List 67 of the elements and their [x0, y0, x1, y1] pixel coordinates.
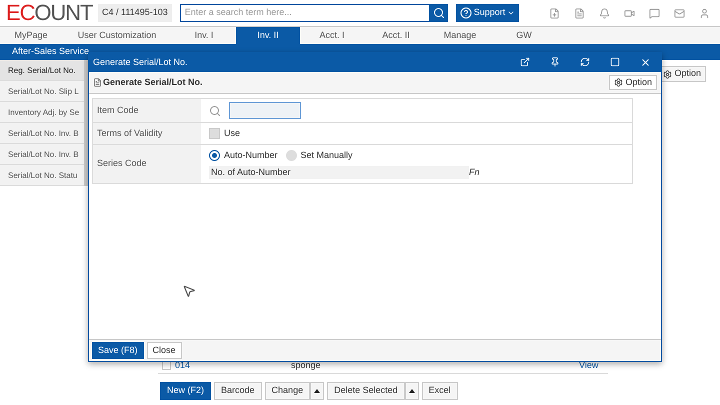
checkbox-label: Use — [224, 126, 240, 140]
search-field[interactable]: Enter a search term here... — [180, 4, 430, 22]
checkbox[interactable] — [209, 128, 220, 139]
submenu-item[interactable]: After-Sales Service — [12, 45, 90, 59]
sidebar-item[interactable]: Serial/Lot No. Slip L — [0, 81, 84, 102]
mouse-pointer-icon — [182, 284, 196, 298]
option-button[interactable]: Option — [609, 75, 657, 90]
radio-label: Set Manually — [300, 149, 353, 162]
view-link[interactable]: View — [579, 358, 598, 372]
toolbar-button[interactable]: Barcode — [214, 382, 262, 400]
nav-tab[interactable]: User Customization — [62, 27, 172, 44]
radio-label: Auto-Number — [224, 149, 278, 162]
maximize-icon[interactable] — [610, 57, 620, 67]
nav-tab[interactable]: MyPage — [0, 27, 62, 44]
dropdown-button[interactable] — [310, 382, 324, 400]
document-icon — [93, 78, 102, 87]
gear-icon — [663, 70, 672, 78]
toolbar-button[interactable]: New (F2) — [160, 382, 212, 400]
help-icon — [460, 7, 472, 19]
field-label: Terms of Validity — [93, 123, 201, 144]
search-icon — [209, 104, 221, 116]
toolbar-button[interactable]: Change — [264, 382, 310, 400]
caret-icon — [408, 389, 415, 393]
support-button[interactable]: Support — [456, 4, 520, 22]
gear-icon — [614, 78, 624, 87]
sidebar-item[interactable]: Serial/Lot No. Statu — [0, 165, 84, 186]
video-icon[interactable] — [624, 8, 635, 18]
pin-icon[interactable] — [550, 57, 560, 67]
sidebar-item[interactable]: Serial/Lot No. Inv. B — [0, 123, 84, 144]
toolbar-button[interactable]: Excel — [422, 382, 458, 400]
refresh-icon[interactable] — [580, 57, 590, 67]
popout-icon[interactable] — [520, 57, 530, 67]
chat-icon[interactable] — [649, 8, 660, 18]
item-code-field[interactable] — [229, 102, 301, 119]
bell-icon[interactable] — [599, 8, 610, 18]
radio-button[interactable] — [209, 150, 220, 162]
sidebar-item[interactable]: Serial/Lot No. Inv. B — [0, 144, 84, 165]
sidebar-item[interactable]: Reg. Serial/Lot No. — [0, 60, 84, 81]
caret-icon — [314, 389, 320, 393]
nav-tab[interactable]: Acct. I — [300, 27, 364, 44]
fn-label: Fn — [469, 166, 480, 178]
table-cell-text: sponge — [291, 358, 322, 372]
field-label: Item Code — [93, 99, 201, 122]
nav-tab[interactable]: Inv. I — [172, 27, 236, 44]
field-label: Series Code — [93, 145, 201, 183]
dropdown-button[interactable] — [404, 382, 419, 400]
search-button[interactable] — [430, 4, 448, 22]
sidebar-item[interactable]: Inventory Adj. by Se — [0, 102, 84, 123]
document-icon[interactable] — [549, 8, 560, 18]
sublabel: No. of Auto-Number — [209, 166, 469, 179]
table-cell-text: 014 — [175, 358, 192, 372]
document-icon[interactable] — [574, 8, 585, 18]
window-title: Generate Serial/Lot No. — [93, 56, 189, 69]
close-icon[interactable] — [640, 57, 651, 68]
nav-tab[interactable]: Manage — [428, 27, 492, 44]
dialog-heading: Generate Serial/Lot No. — [103, 76, 204, 89]
nav-tab[interactable]: GW — [492, 27, 556, 44]
user-icon[interactable] — [699, 8, 710, 18]
company-code: C4 / 111495-103 — [98, 4, 172, 22]
dialog-button[interactable]: Close — [146, 342, 182, 359]
nav-tab[interactable]: Inv. II — [236, 27, 300, 44]
toolbar-button[interactable]: Delete Selected — [327, 382, 405, 400]
caret-icon — [507, 9, 516, 17]
mail-icon[interactable] — [674, 8, 685, 18]
nav-tab[interactable]: Acct. II — [364, 27, 428, 44]
search-icon — [432, 7, 445, 19]
dialog-button[interactable]: Save (F8) — [92, 342, 144, 359]
